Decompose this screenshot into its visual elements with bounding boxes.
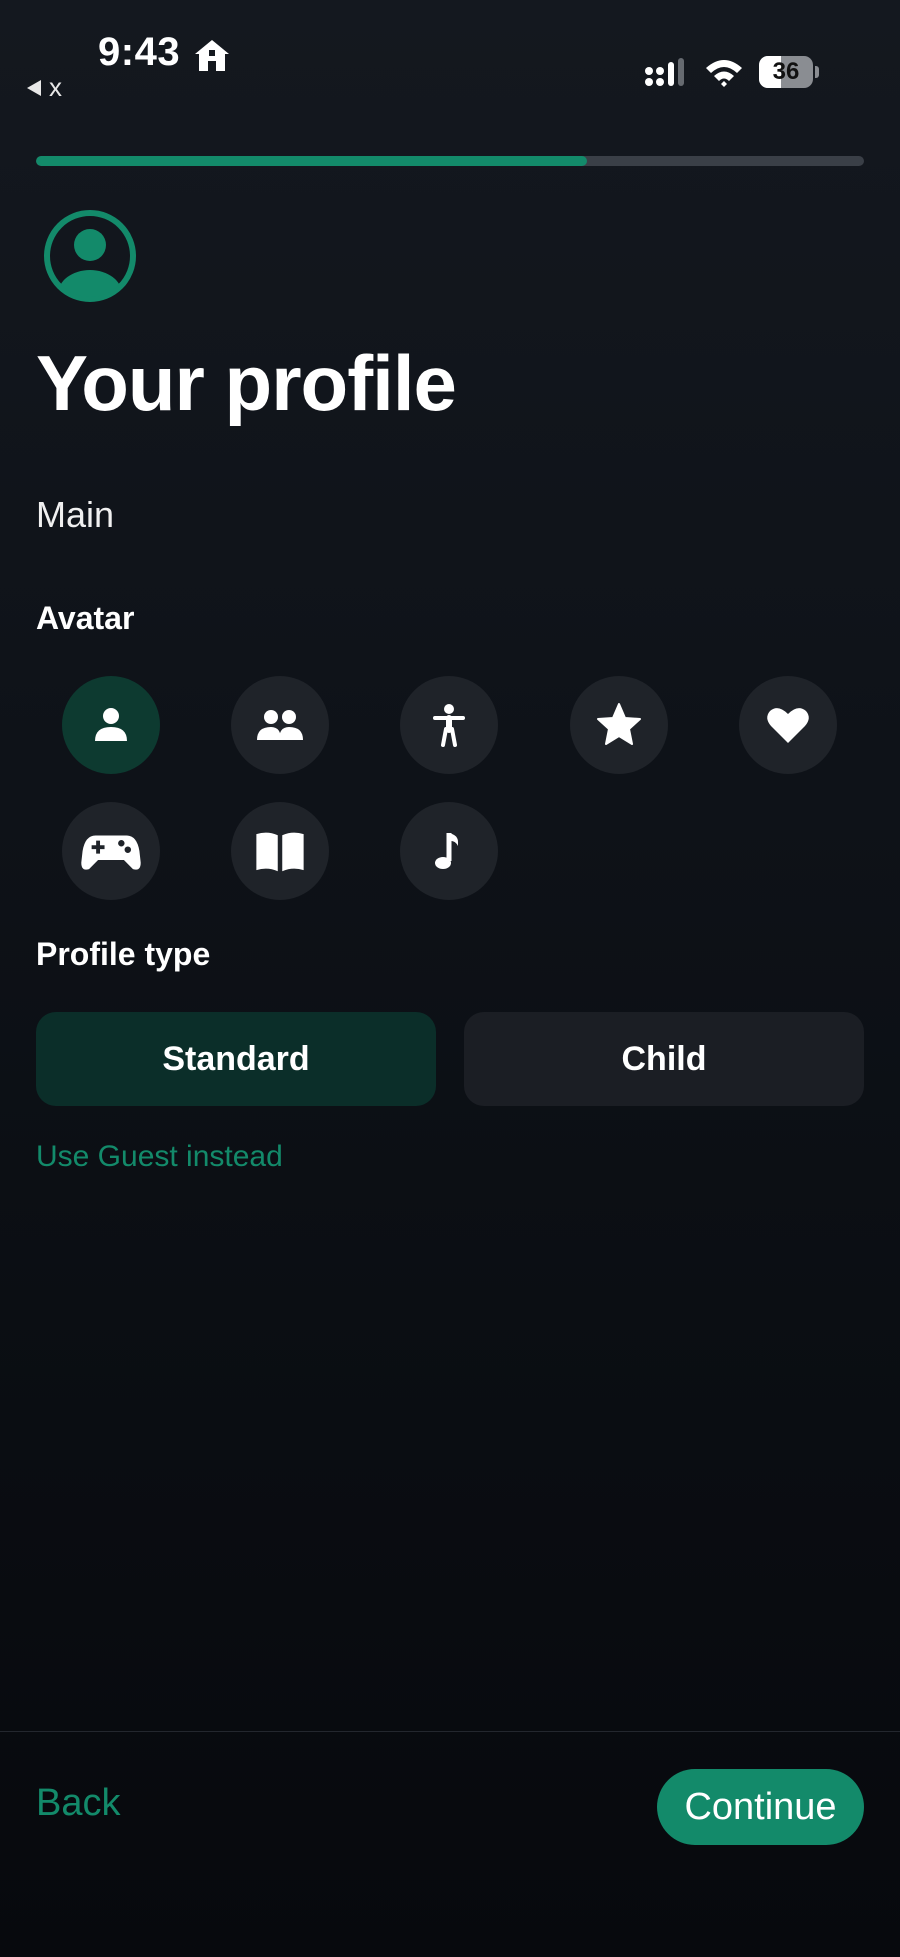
footer-divider (0, 1731, 900, 1732)
avatar-option-people[interactable] (231, 676, 329, 774)
onboarding-progress-bar (36, 156, 864, 166)
back-app-label: x (49, 72, 62, 102)
battery-indicator: 36 (759, 56, 819, 88)
continue-button[interactable]: Continue (657, 1769, 864, 1845)
avatar-section-label: Avatar (36, 600, 135, 636)
person-icon (95, 708, 127, 741)
home-icon (195, 40, 229, 71)
profile-type-standard-button[interactable]: Standard (36, 1012, 436, 1106)
profile-circle-icon (44, 210, 136, 302)
progress-fill (36, 156, 587, 166)
avatar-option-book[interactable] (231, 802, 329, 900)
back-to-app-link[interactable]: x (27, 72, 62, 103)
avatar-option-heart[interactable] (739, 676, 837, 774)
gamepad-icon (81, 835, 141, 870)
book-icon (256, 832, 304, 872)
use-guest-link[interactable]: Use Guest instead (36, 1140, 283, 1174)
avatar-option-music[interactable] (400, 802, 498, 900)
profile-type-child-button[interactable]: Child (464, 1012, 864, 1106)
status-time: 9:43 (98, 30, 181, 74)
avatar-option-figure[interactable] (400, 676, 498, 774)
avatar-option-star[interactable] (570, 676, 668, 774)
people-icon (257, 710, 303, 740)
music-note-icon (435, 833, 458, 869)
heart-icon (767, 708, 809, 743)
profile-type-section-label: Profile type (36, 936, 211, 972)
wifi-icon (706, 60, 742, 87)
profile-name[interactable]: Main (36, 494, 114, 536)
page-title: Your profile (36, 339, 457, 427)
battery-level: 36 (772, 58, 800, 85)
star-icon (597, 703, 641, 745)
figure-icon (433, 704, 465, 747)
cellular-signal-icon (645, 58, 684, 86)
avatar-option-gamepad[interactable] (62, 802, 160, 900)
back-button[interactable]: Back (36, 1782, 120, 1825)
back-triangle-icon (27, 79, 41, 96)
avatar-option-person[interactable] (62, 676, 160, 774)
